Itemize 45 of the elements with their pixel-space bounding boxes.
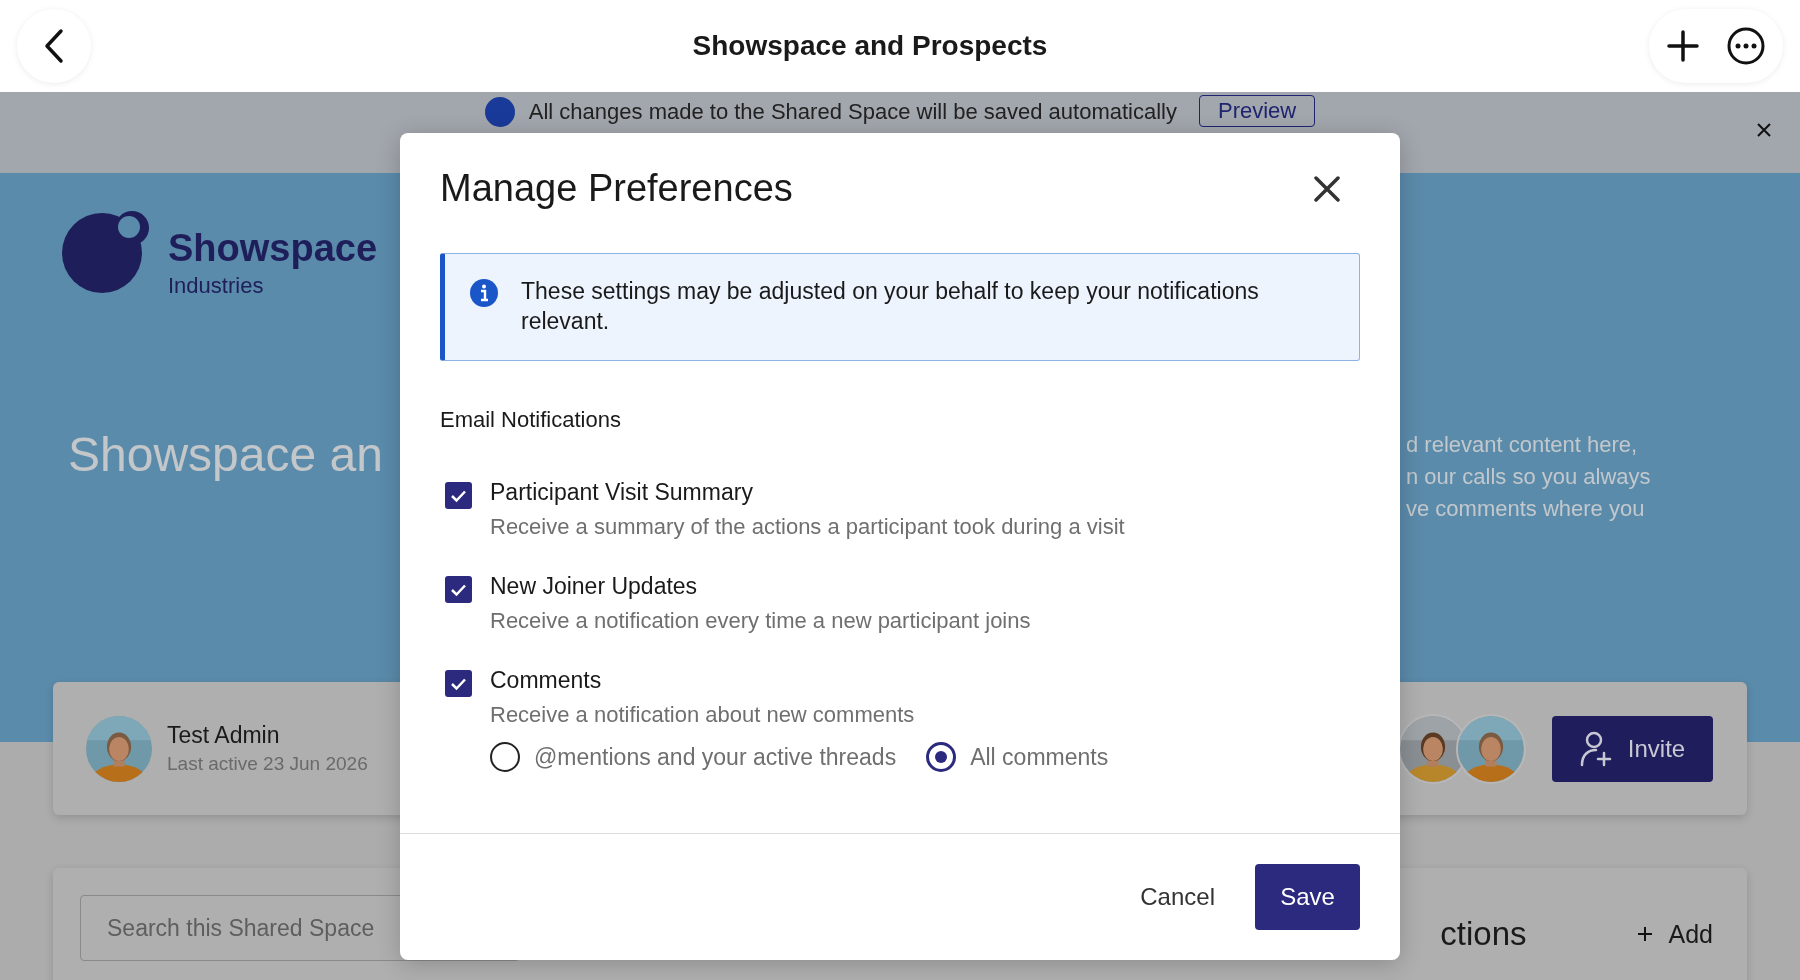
add-person-icon bbox=[1579, 730, 1614, 767]
option-description: Receive a summary of the actions a participant took during a visit bbox=[490, 514, 1125, 540]
preview-button[interactable]: Preview bbox=[1198, 95, 1316, 127]
check-icon bbox=[450, 582, 467, 597]
option-label: Comments bbox=[490, 667, 603, 694]
radio-option[interactable]: @mentions and your active threads bbox=[490, 742, 897, 772]
hero-text: ve comments where you bbox=[1406, 495, 1645, 523]
check-icon bbox=[450, 488, 467, 503]
cancel-button[interactable]: Cancel bbox=[1140, 883, 1215, 911]
page-title: Showspace and Prospects bbox=[692, 30, 1048, 62]
option-label: Participant Visit Summary bbox=[490, 479, 754, 506]
option-description: Receive a notification about new comments bbox=[490, 702, 916, 728]
plus-icon bbox=[1636, 926, 1653, 942]
banner-message: All changes made to the Shared Space will be saved automatically bbox=[528, 99, 1177, 125]
checkbox[interactable] bbox=[445, 670, 472, 697]
brand-tagline: Industries bbox=[168, 273, 265, 299]
owner-name: Test Admin bbox=[167, 722, 281, 749]
close-button[interactable] bbox=[1314, 175, 1340, 202]
panel-title: ctions bbox=[1440, 915, 1527, 953]
checkbox[interactable] bbox=[445, 482, 472, 509]
invite-button[interactable]: Invite bbox=[1552, 715, 1713, 782]
last-active: Last active 23 Jun 2026 bbox=[167, 753, 368, 775]
save-button[interactable]: Save bbox=[1255, 864, 1360, 930]
check-icon bbox=[450, 676, 467, 691]
radio-option[interactable]: All comments bbox=[926, 742, 1109, 772]
brand-name: Showspace bbox=[168, 229, 378, 267]
hero-title: Showspace an bbox=[68, 427, 383, 482]
back-icon bbox=[42, 28, 66, 64]
dialog-title: Manage Preferences bbox=[440, 167, 793, 210]
option-label: New Joiner Updates bbox=[490, 573, 699, 600]
add-action-button[interactable]: Add bbox=[1636, 919, 1713, 949]
section-heading: Email Notifications bbox=[440, 407, 622, 433]
close-icon bbox=[1756, 122, 1772, 138]
close-icon bbox=[1314, 175, 1340, 202]
hero-text: n our calls so you always bbox=[1406, 463, 1651, 491]
option-description: Receive a notification every time a new participant joins bbox=[490, 608, 1031, 634]
plus-icon bbox=[1667, 30, 1699, 62]
hero-text: d relevant content here, bbox=[1406, 431, 1638, 459]
add-button[interactable] bbox=[1667, 30, 1699, 62]
more-button[interactable] bbox=[1727, 27, 1765, 65]
close-button[interactable] bbox=[1756, 122, 1772, 138]
search-field[interactable]: Search this Shared Space bbox=[80, 895, 520, 961]
more-icon bbox=[1727, 27, 1765, 65]
info-text: These settings may be adjusted on your behalf to keep your notifications relevant. bbox=[521, 277, 1260, 336]
checkbox[interactable] bbox=[445, 576, 472, 603]
